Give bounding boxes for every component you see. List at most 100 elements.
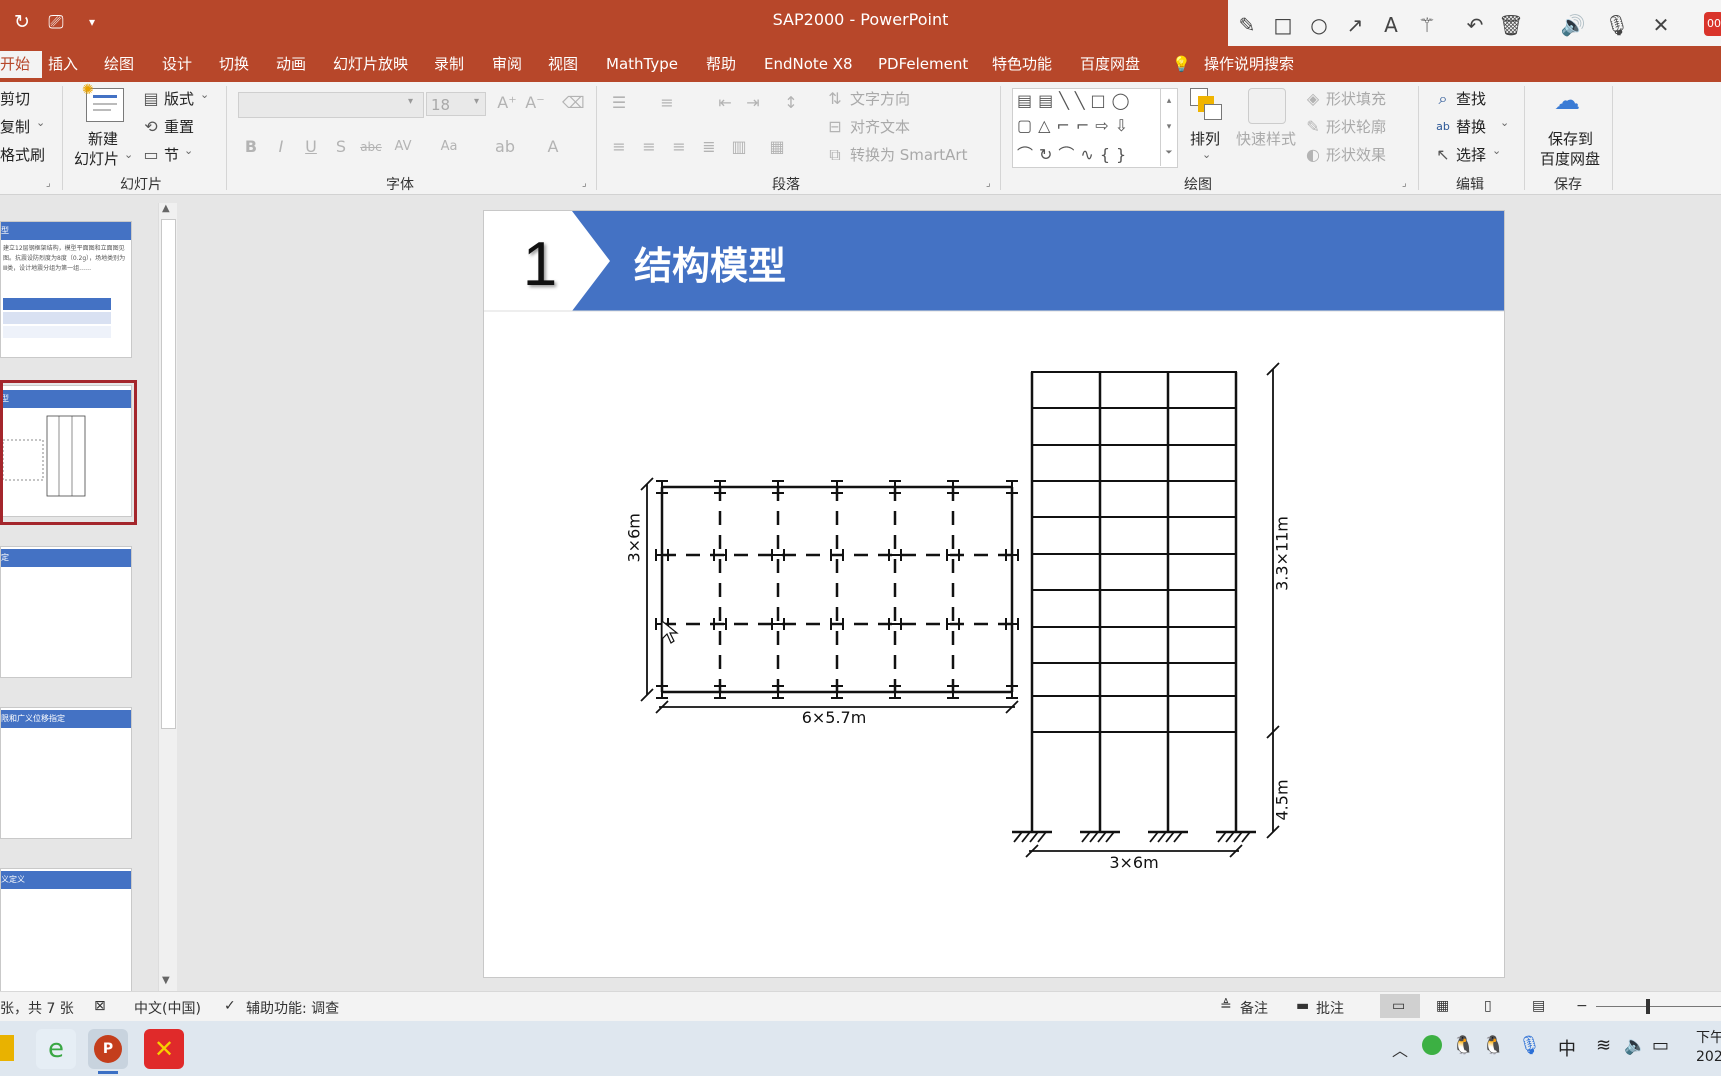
format-painter-button[interactable]: 格式刷 bbox=[0, 144, 45, 165]
shape-fill-icon[interactable]: ◈ bbox=[1302, 88, 1324, 110]
pen-icon[interactable]: ✎ bbox=[1232, 10, 1262, 40]
drawing-launcher-icon[interactable]: ⌟ bbox=[1402, 178, 1407, 189]
scroll-thumb[interactable] bbox=[161, 219, 176, 729]
slideshow-icon[interactable]: ▤ bbox=[1532, 998, 1545, 1014]
show-hidden-icons[interactable]: ︿ bbox=[1392, 1037, 1408, 1061]
tab-baidu[interactable]: 百度网盘 bbox=[1080, 51, 1140, 78]
line-spacing-icon[interactable]: ↕ bbox=[780, 92, 802, 114]
tab-view[interactable]: 视图 bbox=[548, 51, 578, 78]
new-slide-label[interactable]: 新建 bbox=[88, 128, 118, 149]
slide-title[interactable]: 结构模型 bbox=[634, 235, 786, 290]
scroll-down-icon[interactable]: ▼ bbox=[162, 975, 170, 986]
clipboard-launcher-icon[interactable]: ⌟ bbox=[46, 178, 51, 189]
increase-indent-icon[interactable]: ⇥ bbox=[742, 92, 764, 114]
tab-animations[interactable]: 动画 bbox=[276, 51, 306, 78]
smartart-icon[interactable]: ⧉ bbox=[824, 144, 846, 166]
accessibility-status[interactable]: 辅助功能: 调查 bbox=[246, 998, 339, 1018]
select-button[interactable]: 选择 bbox=[1456, 144, 1486, 165]
bullets-icon[interactable]: ☰ bbox=[608, 92, 630, 114]
shape-outline-button[interactable]: 形状轮廓 bbox=[1326, 116, 1386, 137]
shape-fill-button[interactable]: 形状填充 bbox=[1326, 88, 1386, 109]
tray-app-icon[interactable] bbox=[1422, 1035, 1442, 1055]
font-name-combobox[interactable] bbox=[238, 92, 424, 118]
copy-button[interactable]: 复制 bbox=[0, 116, 30, 137]
font-size-dropdown-icon[interactable]: ▾ bbox=[474, 96, 479, 107]
cut-button[interactable]: 剪切 bbox=[0, 88, 30, 109]
find-button[interactable]: 查找 bbox=[1456, 88, 1486, 109]
copy-dropdown-icon[interactable]: ⌄ bbox=[36, 116, 45, 129]
text-direction-icon[interactable]: ⇅ bbox=[824, 88, 846, 110]
change-case-icon[interactable]: Aa bbox=[438, 136, 460, 158]
comments-button[interactable]: 批注 bbox=[1316, 998, 1344, 1018]
tab-pdfelement[interactable]: PDFelement bbox=[878, 51, 968, 78]
reset-button[interactable]: 重置 bbox=[164, 116, 194, 137]
replace-dropdown-icon[interactable]: ⌄ bbox=[1500, 116, 1509, 129]
microphone-tray-icon[interactable]: 🎙 bbox=[1518, 1035, 1541, 1056]
slide-thumbnail-5[interactable]: 义定义 bbox=[0, 868, 132, 993]
tab-review[interactable]: 审阅 bbox=[492, 51, 522, 78]
align-center-icon[interactable]: ≡ bbox=[638, 136, 660, 158]
tab-record[interactable]: 录制 bbox=[434, 51, 464, 78]
slide-thumbnail-1[interactable]: 型 建立12层钢框架结构，模型平面图和立面图见图。抗震设防烈度为8度（0.2g）… bbox=[0, 221, 132, 358]
clock-date[interactable]: 202 bbox=[1696, 1049, 1721, 1065]
shape-effects-button[interactable]: 形状效果 bbox=[1326, 144, 1386, 165]
tab-help[interactable]: 帮助 bbox=[706, 51, 736, 78]
paragraph-launcher-icon[interactable]: ⌟ bbox=[986, 178, 991, 189]
clock-time[interactable]: 下午 bbox=[1696, 1027, 1721, 1047]
align-text-icon[interactable]: ⊟ bbox=[824, 116, 846, 138]
section-icon[interactable]: ▭ bbox=[140, 144, 162, 166]
shape-effects-icon[interactable]: ◐ bbox=[1302, 144, 1324, 166]
tab-home[interactable]: 开始 bbox=[0, 51, 43, 78]
arrange-dropdown-icon[interactable]: ⌄ bbox=[1202, 148, 1211, 161]
delete-icon[interactable]: 🗑 bbox=[1496, 10, 1526, 40]
sap2000-icon[interactable]: ✕ bbox=[144, 1029, 184, 1069]
close-icon[interactable]: ✕ bbox=[1646, 10, 1676, 40]
slide-thumbnail-4[interactable]: 限和广义位移指定 bbox=[0, 707, 132, 839]
arrange-icon[interactable] bbox=[1190, 88, 1222, 120]
align-text-button[interactable]: 对齐文本 bbox=[850, 116, 910, 137]
slide-sorter-icon[interactable]: ▦ bbox=[1436, 998, 1449, 1014]
notes-button[interactable]: 备注 bbox=[1240, 998, 1268, 1018]
shadow-icon[interactable]: S bbox=[330, 136, 352, 158]
align-right-icon[interactable]: ≡ bbox=[668, 136, 690, 158]
save-to-baidu-label-2[interactable]: 百度网盘 bbox=[1540, 148, 1600, 169]
reading-view-icon[interactable]: ▯ bbox=[1484, 998, 1492, 1014]
gallery-scroll-icon[interactable]: ▴ ▾ ⏷ bbox=[1160, 88, 1177, 166]
comments-icon[interactable]: ▬ bbox=[1296, 998, 1309, 1014]
tab-transitions[interactable]: 切换 bbox=[219, 51, 249, 78]
decrease-font-icon[interactable]: A⁻ bbox=[524, 92, 546, 114]
tell-me-search[interactable]: 操作说明搜索 bbox=[1204, 51, 1294, 78]
spellcheck-icon[interactable]: ⊠ bbox=[94, 998, 106, 1014]
smartart-button[interactable]: 转换为 SmartArt bbox=[850, 144, 967, 165]
decrease-indent-icon[interactable]: ⇤ bbox=[714, 92, 736, 114]
numbering-icon[interactable]: ≡ bbox=[656, 92, 678, 114]
undo-icon[interactable]: ↶ bbox=[1460, 10, 1490, 40]
distribute-icon[interactable]: ▥ bbox=[728, 136, 750, 158]
lightbulb-icon[interactable]: 💡 bbox=[1172, 51, 1191, 78]
strikethrough-icon[interactable]: abc bbox=[360, 136, 382, 158]
file-explorer-icon[interactable] bbox=[0, 1035, 14, 1061]
zoom-slider-thumb[interactable] bbox=[1646, 999, 1650, 1014]
shape-outline-icon[interactable]: ✎ bbox=[1302, 116, 1324, 138]
tab-features[interactable]: 特色功能 bbox=[992, 51, 1052, 78]
tab-insert[interactable]: 插入 bbox=[48, 51, 78, 78]
increase-font-icon[interactable]: A⁺ bbox=[496, 92, 518, 114]
magic-wand-icon[interactable]: ⚚ bbox=[1412, 10, 1442, 40]
arrange-button[interactable]: 排列 bbox=[1190, 128, 1220, 149]
quick-styles-button[interactable]: 快速样式 bbox=[1236, 128, 1296, 149]
baidu-cloud-icon[interactable]: ☁ bbox=[1554, 86, 1580, 116]
new-slide-label-2[interactable]: 幻灯片 bbox=[74, 148, 119, 169]
section-button[interactable]: 节 bbox=[164, 144, 179, 165]
ime-indicator[interactable]: 中 bbox=[1558, 1035, 1576, 1061]
qq-icon[interactable]: 🐧 bbox=[1452, 1035, 1474, 1056]
microphone-icon[interactable]: 🎙 bbox=[1602, 10, 1632, 40]
columns-icon[interactable]: ▦ bbox=[766, 136, 788, 158]
battery-icon[interactable]: ▭ bbox=[1652, 1035, 1669, 1056]
tab-design[interactable]: 设计 bbox=[162, 51, 192, 78]
rectangle-icon[interactable]: □ bbox=[1268, 10, 1298, 40]
text-icon[interactable]: A bbox=[1376, 10, 1406, 40]
volume-icon[interactable]: 🔈 bbox=[1624, 1035, 1646, 1056]
justify-icon[interactable]: ≣ bbox=[698, 136, 720, 158]
section-dropdown-icon[interactable]: ⌄ bbox=[184, 144, 193, 157]
browser-icon[interactable]: e bbox=[36, 1029, 76, 1069]
